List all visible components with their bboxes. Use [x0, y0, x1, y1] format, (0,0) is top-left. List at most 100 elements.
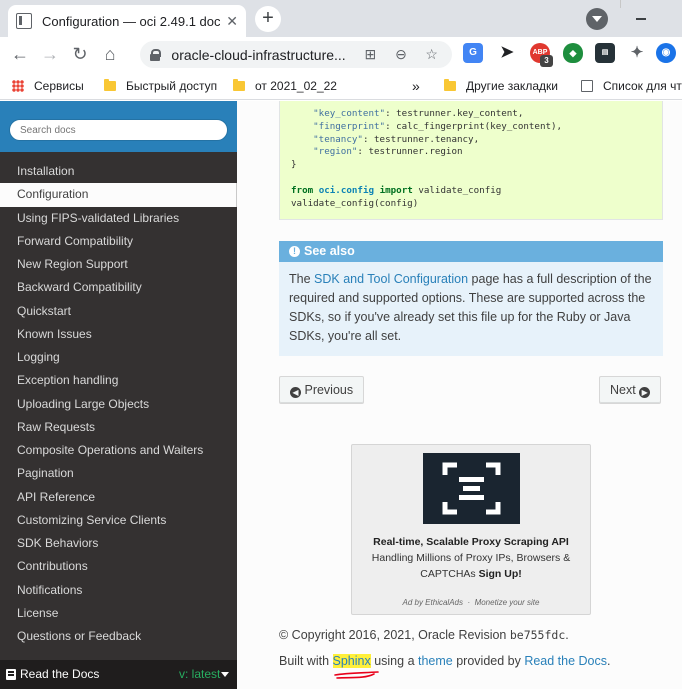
sphinx-link[interactable]: Sphinx [332, 654, 371, 668]
copyright-text: © Copyright 2016, 2021, Oracle Revision … [279, 628, 569, 642]
code-line: from oci.config import validate_config [291, 184, 502, 196]
bookmark-other[interactable]: Другие закладки [444, 71, 558, 100]
ad-by-link[interactable]: Ad by EthicalAds [403, 598, 463, 607]
sidebar-item-questions-or-feedback[interactable]: Questions or Feedback [0, 625, 237, 648]
bookmark-label: Другие закладки [466, 78, 558, 93]
active-tab[interactable]: Configuration — oci 2.49.1 documentation… [8, 5, 246, 37]
home-icon[interactable]: ⌂ [95, 39, 125, 69]
reload-icon[interactable]: ↻ [65, 39, 95, 69]
ethical-ad[interactable]: Real-time, Scalable Proxy Scraping API H… [351, 444, 591, 615]
minimize-icon[interactable] [636, 18, 646, 20]
folder-icon [444, 78, 456, 91]
sidebar-item-raw-requests[interactable]: Raw Requests [0, 416, 237, 439]
sidebar-item-composite-operations-and-waiters[interactable]: Composite Operations and Waiters [0, 439, 237, 462]
adblock-badge: 3 [540, 55, 553, 67]
see-also-admonition: ! See also The SDK and Tool Configuratio… [279, 241, 663, 356]
dark-extension-icon[interactable]: ▤ [595, 43, 615, 63]
main-content: "key_content": testrunner.key_content, "… [237, 101, 682, 689]
sidebar-item-uploading-large-objects[interactable]: Uploading Large Objects [0, 393, 237, 416]
sidebar-item-contributions[interactable]: Contributions [0, 555, 237, 578]
bookmark-from-2021[interactable]: от 2021_02_22 [233, 71, 337, 100]
scan-frame-icon [442, 462, 501, 515]
sidebar-item-api-reference[interactable]: API Reference [0, 486, 237, 509]
theme-link[interactable]: theme [418, 654, 453, 668]
code-line: "key_content": testrunner.key_content, [313, 108, 524, 119]
circle-arrow-left-icon: ◀ [290, 387, 301, 398]
google-translate-extension-icon[interactable]: G [463, 43, 483, 63]
ad-cta[interactable]: Sign Up! [479, 568, 522, 580]
read-the-docs-link[interactable]: Read the Docs [524, 654, 607, 668]
search-docs-input[interactable] [9, 119, 228, 141]
tab-search-button[interactable] [586, 8, 608, 30]
book-icon [6, 669, 16, 680]
reading-list-icon [581, 79, 593, 92]
arrow-extension-icon[interactable]: ➤ [497, 43, 517, 63]
admonition-title: ! See also [279, 241, 663, 262]
next-button[interactable]: Next ▶ [599, 376, 662, 404]
sidebar-item-sdk-behaviors[interactable]: SDK Behaviors [0, 532, 237, 555]
info-icon: ! [289, 246, 300, 257]
bookmarks-overflow-button[interactable]: » [412, 71, 420, 100]
bookmark-label: Сервисы [34, 78, 84, 93]
sidebar-item-notifications[interactable]: Notifications [0, 579, 237, 602]
back-arrow-icon[interactable]: ← [5, 39, 35, 69]
sidebar-item-using-fips-validated-libraries[interactable]: Using FIPS-validated Libraries [0, 207, 237, 230]
ad-text: Handling Millions of Proxy IPs, Browsers… [371, 552, 571, 564]
bookmark-reading-list[interactable]: Список для чтения [581, 71, 682, 100]
sidebar-header [0, 101, 237, 152]
lock-icon[interactable] [150, 48, 162, 61]
ad-footer: Ad by EthicalAds · Monetize your site [402, 598, 540, 607]
sidebar-item-known-issues[interactable]: Known Issues [0, 323, 237, 346]
sidebar-item-configuration[interactable]: Configuration [0, 183, 237, 207]
close-tab-icon[interactable]: ✕ [226, 13, 238, 30]
sidebar-item-exception-handling[interactable]: Exception handling [0, 369, 237, 392]
ad-image[interactable] [423, 453, 520, 524]
caret-down-icon [221, 672, 229, 677]
forward-arrow-icon[interactable]: → [35, 39, 65, 69]
ad-title[interactable]: Real-time, Scalable Proxy Scraping API [352, 536, 590, 548]
previous-button[interactable]: ◀ Previous [279, 376, 365, 404]
sidebar-item-forward-compatibility[interactable]: Forward Compatibility [0, 230, 237, 253]
folder-icon [104, 78, 116, 91]
monetize-link[interactable]: Monetize your site [475, 598, 540, 607]
tab-strip: Configuration — oci 2.49.1 documentation… [0, 0, 682, 37]
ad-text: CAPTCHAs Sign Up! [420, 568, 522, 580]
code-line: "fingerprint": calc_fingerprint(key_cont… [313, 120, 563, 132]
sidebar-item-backward-compatibility[interactable]: Backward Compatibility [0, 276, 237, 299]
sidebar-item-customizing-service-clients[interactable]: Customizing Service Clients [0, 509, 237, 532]
bookmark-quick-access[interactable]: Быстрый доступ [104, 71, 217, 100]
rtd-version[interactable]: v: latest [179, 660, 220, 689]
sidebar-item-new-region-support[interactable]: New Region Support [0, 253, 237, 276]
translate-icon[interactable]: ⊞ [360, 46, 381, 64]
rtd-label: Read the Docs [20, 667, 100, 681]
bookmark-label: Быстрый доступ [126, 78, 218, 93]
revision-hash: be755fdc [509, 628, 566, 642]
code-line: } [291, 159, 297, 171]
sidebar-item-installation[interactable]: Installation [0, 160, 237, 183]
new-tab-button[interactable]: + [255, 6, 281, 32]
tab-title: Configuration — oci 2.49.1 documentation [42, 13, 220, 29]
code-block: "key_content": testrunner.key_content, "… [279, 101, 663, 220]
sidebar-item-pagination[interactable]: Pagination [0, 462, 237, 485]
admonition-body: The SDK and Tool Configuration page has … [289, 272, 652, 343]
extensions-puzzle-icon[interactable]: ✦ [627, 43, 647, 63]
code-line: validate_config(config) [291, 197, 419, 209]
shield-extension-icon[interactable]: ◆ [563, 43, 583, 63]
rtd-version-bar[interactable]: Read the Docs v: latest [0, 660, 237, 689]
built-with-text: Built with Sphinx using a theme provided… [279, 654, 611, 668]
sidebar-item-license[interactable]: License [0, 602, 237, 625]
bookmark-services[interactable]: Сервисы [12, 71, 84, 100]
address-bar[interactable]: oracle-cloud-infrastructure... ⊞ ⊖ ☆ [140, 41, 452, 68]
sdk-config-link[interactable]: SDK and Tool Configuration [314, 272, 468, 286]
url-text: oracle-cloud-infrastructure... [171, 46, 346, 63]
bookmark-star-icon[interactable]: ☆ [421, 46, 442, 64]
docs-sidebar: InstallationConfigurationUsing FIPS-vali… [0, 101, 237, 689]
sidebar-item-logging[interactable]: Logging [0, 346, 237, 369]
sidebar-nav: Installation Configuration Using FIPS-vali… [0, 160, 237, 648]
bookmark-label: от 2021_02_22 [255, 78, 337, 93]
page-favicon-icon [16, 13, 32, 29]
zoom-icon[interactable]: ⊖ [391, 46, 412, 64]
sidebar-item-quickstart[interactable]: Quickstart [0, 300, 237, 323]
profile-avatar[interactable]: ◉ [656, 43, 676, 63]
circle-arrow-right-icon: ▶ [639, 387, 651, 398]
